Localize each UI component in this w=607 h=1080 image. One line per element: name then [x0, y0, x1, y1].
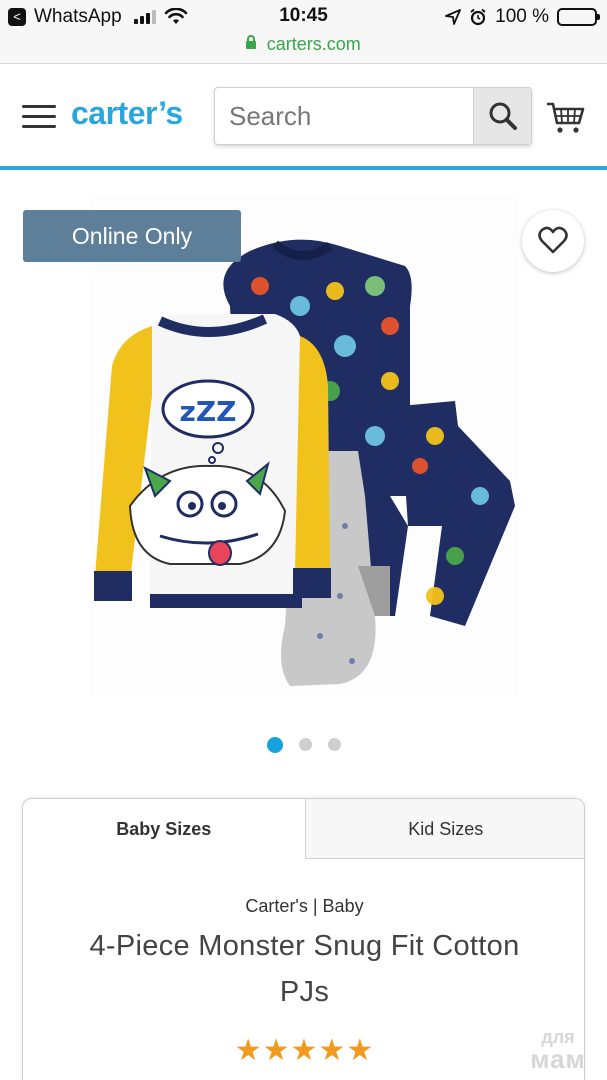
site-logo[interactable]: carter’s [71, 95, 183, 132]
favorite-button[interactable] [522, 210, 584, 272]
address-bar[interactable]: carters.com [0, 34, 607, 64]
lock-icon [246, 34, 257, 49]
search-input[interactable] [215, 88, 475, 144]
product-title: 4-Piece Monster Snug Fit Cotton PJs [89, 930, 520, 1008]
shirt-print-text: zZZ [180, 395, 237, 428]
watermark-line-2: мам [530, 1044, 586, 1074]
rating-stars[interactable]: ★★★★★ [23, 1033, 584, 1068]
carousel-dots [0, 737, 607, 753]
product-gallery[interactable]: zZZ Online Only [0, 196, 607, 716]
carousel-dot-1[interactable] [266, 737, 283, 753]
carousel-dot-3[interactable] [327, 738, 341, 751]
status-right: 100 % [445, 6, 600, 28]
product-brand[interactable]: Carter's | Baby [23, 896, 584, 917]
search-icon [489, 102, 517, 130]
url-text[interactable]: carters.com [267, 34, 361, 54]
site-header: carter’s [0, 65, 607, 170]
tab-baby-sizes[interactable]: Baby Sizes [23, 799, 305, 859]
battery-percent: 100 % [495, 6, 549, 27]
battery-icon [557, 8, 600, 26]
watermark: для мам [523, 1028, 593, 1072]
search-box [214, 87, 532, 145]
size-tabs: Baby Sizes Kid Sizes [23, 799, 584, 859]
search-button[interactable] [473, 88, 531, 144]
menu-icon[interactable] [22, 105, 56, 129]
online-only-badge: Online Only [23, 210, 241, 262]
pajama-illustration: zZZ [94, 239, 515, 686]
alarm-icon [470, 8, 486, 26]
cart-icon[interactable] [546, 101, 586, 135]
product-image[interactable]: zZZ [90, 196, 518, 696]
carousel-dot-2[interactable] [298, 738, 312, 751]
heart-icon [538, 226, 568, 254]
product-details-card: Baby Sizes Kid Sizes Carter's | Baby 4-P… [22, 798, 585, 1080]
tab-kid-sizes[interactable]: Kid Sizes [304, 799, 584, 859]
status-bar: < WhatsApp 10:45 100 % [0, 0, 607, 34]
location-icon [445, 9, 462, 25]
